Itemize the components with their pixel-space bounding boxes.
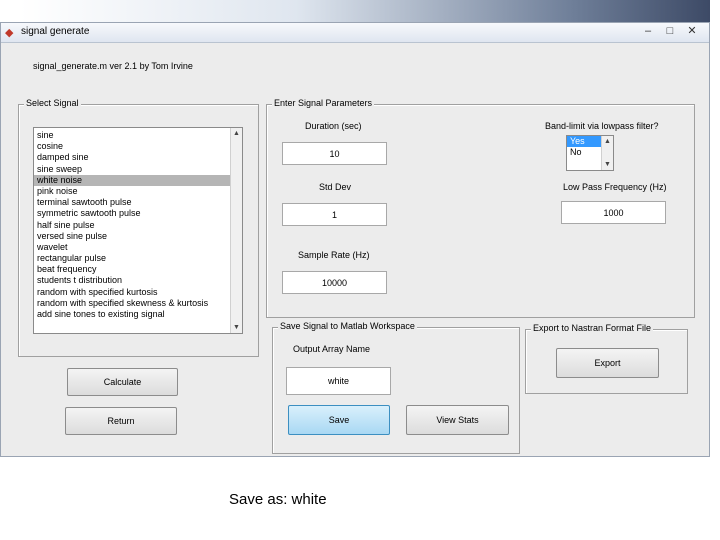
signal-list-item[interactable]: beat frequency bbox=[34, 264, 242, 275]
save-signal-title: Save Signal to Matlab Workspace bbox=[278, 321, 417, 331]
return-button[interactable]: Return bbox=[65, 407, 177, 435]
export-button[interactable]: Export bbox=[556, 348, 659, 378]
std-dev-label: Std Dev bbox=[319, 182, 352, 192]
signal-listbox[interactable]: sine cosine damped sine sine sweep white noi… bbox=[33, 127, 243, 334]
maximize-icon[interactable]: □ bbox=[661, 24, 679, 39]
signal-list-item[interactable]: pink noise bbox=[34, 186, 242, 197]
scroll-down-icon[interactable]: ▼ bbox=[602, 159, 613, 170]
sample-rate-input[interactable] bbox=[282, 271, 387, 294]
signal-parameters-title: Enter Signal Parameters bbox=[272, 98, 375, 108]
signal-list-item[interactable]: add sine tones to existing signal bbox=[34, 309, 242, 320]
signal-list-item[interactable]: sine bbox=[34, 130, 242, 141]
signal-list-item[interactable]: white noise bbox=[34, 174, 242, 186]
screen-top-band bbox=[0, 0, 720, 22]
minimize-icon[interactable]: – bbox=[639, 24, 657, 39]
signal-list-item[interactable]: random with specified kurtosis bbox=[34, 287, 242, 298]
bandlimit-listbox[interactable]: Yes No ▲ ▼ bbox=[566, 135, 614, 171]
window-title: signal generate bbox=[21, 26, 90, 37]
header-text: signal_generate.m ver 2.1 by Tom Irvine bbox=[33, 61, 193, 71]
scroll-down-icon[interactable]: ▼ bbox=[231, 322, 242, 333]
title-bar: ◆ signal generate – □ ✕ bbox=[1, 23, 709, 43]
scroll-up-icon[interactable]: ▲ bbox=[231, 128, 242, 139]
duration-input[interactable] bbox=[282, 142, 387, 165]
duration-label: Duration (sec) bbox=[305, 121, 362, 131]
signal-list-item[interactable]: students t distribution bbox=[34, 275, 242, 286]
close-icon[interactable]: ✕ bbox=[683, 24, 701, 39]
std-dev-input[interactable] bbox=[282, 203, 387, 226]
signal-list-item[interactable]: random with specified skewness & kurtosi… bbox=[34, 298, 242, 309]
signal-list-item[interactable]: versed sine pulse bbox=[34, 231, 242, 242]
signal-list-item[interactable]: terminal sawtooth pulse bbox=[34, 197, 242, 208]
signal-list-item[interactable]: cosine bbox=[34, 141, 242, 152]
signal-list-item[interactable]: wavelet bbox=[34, 242, 242, 253]
export-nastran-title: Export to Nastran Format File bbox=[531, 323, 654, 333]
signal-list-item[interactable]: sine sweep bbox=[34, 164, 242, 175]
lowpass-frequency-input[interactable] bbox=[561, 201, 666, 224]
signal-list-item[interactable]: half sine pulse bbox=[34, 220, 242, 231]
window-controls: – □ ✕ bbox=[639, 24, 701, 39]
view-stats-button[interactable]: View Stats bbox=[406, 405, 509, 435]
bandlimit-scrollbar[interactable]: ▲ ▼ bbox=[601, 136, 613, 170]
signal-list-item[interactable]: symmetric sawtooth pulse bbox=[34, 208, 242, 219]
save-button[interactable]: Save bbox=[288, 405, 390, 435]
matlab-app-icon: ◆ bbox=[5, 27, 14, 39]
select-signal-title: Select Signal bbox=[24, 98, 81, 108]
signal-list-item[interactable]: rectangular pulse bbox=[34, 253, 242, 264]
listbox-scrollbar[interactable]: ▲ ▼ bbox=[230, 128, 242, 333]
sample-rate-label: Sample Rate (Hz) bbox=[298, 250, 370, 260]
output-array-label: Output Array Name bbox=[293, 344, 371, 354]
caption-text: Save as: white bbox=[229, 491, 327, 508]
output-array-input[interactable] bbox=[286, 367, 391, 395]
lowpass-label: Low Pass Frequency (Hz) bbox=[563, 182, 667, 192]
signal-generate-window: ◆ signal generate – □ ✕ signal_generate.… bbox=[0, 22, 710, 457]
bandlimit-label: Band-limit via lowpass filter? bbox=[545, 121, 659, 131]
calculate-button[interactable]: Calculate bbox=[67, 368, 178, 396]
signal-list-item[interactable]: damped sine bbox=[34, 152, 242, 163]
scroll-up-icon[interactable]: ▲ bbox=[602, 136, 613, 147]
